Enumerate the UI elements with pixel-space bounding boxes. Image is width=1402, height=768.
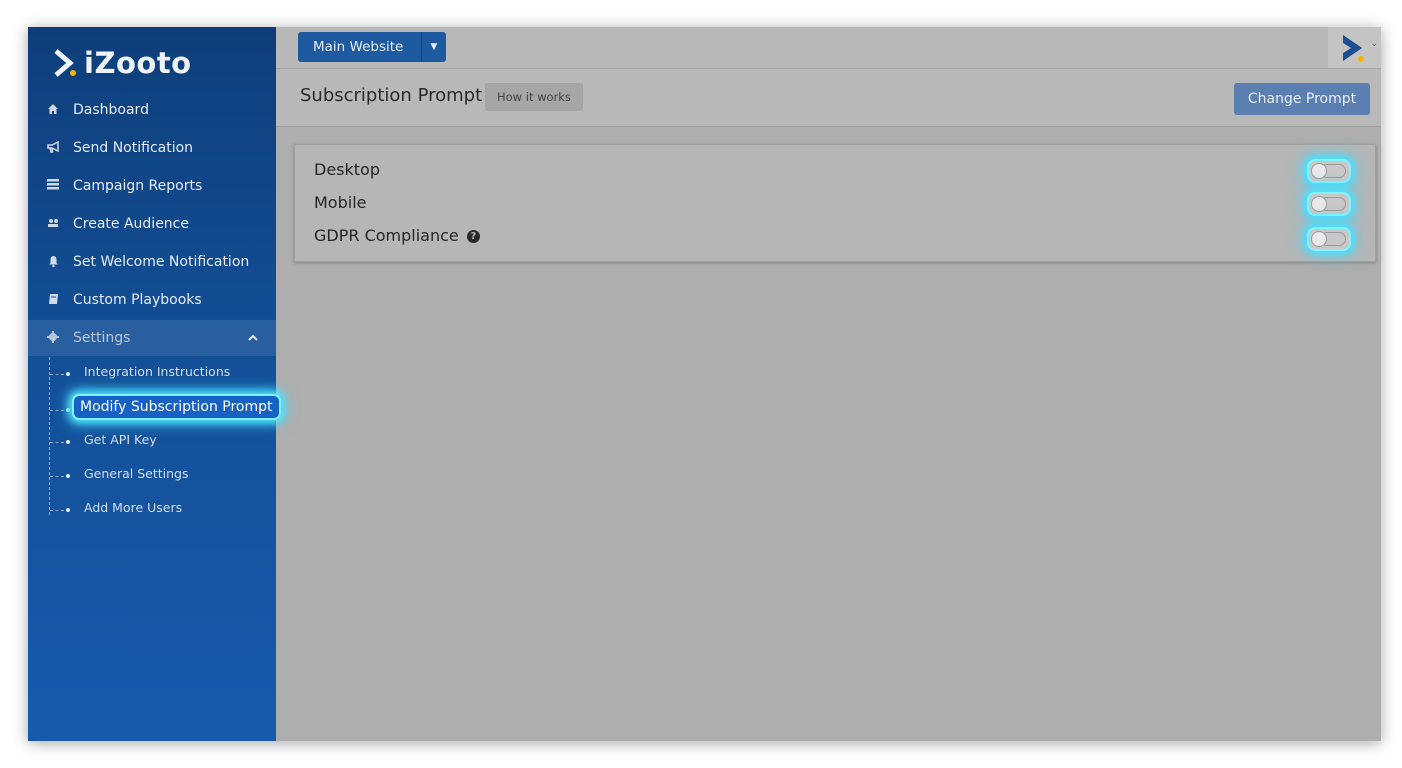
sidebar-item-custom-playbooks[interactable]: Custom Playbooks: [28, 281, 276, 319]
megaphone-icon: [45, 140, 61, 156]
page-title: Subscription Prompt: [300, 85, 483, 106]
reports-icon: [45, 179, 61, 193]
gear-icon: [45, 330, 61, 346]
question-circle-icon[interactable]: ?: [466, 230, 480, 243]
sidebar-item-label: Send Notification: [73, 140, 194, 156]
site-selector-button[interactable]: Main Website ▼: [298, 32, 446, 62]
submenu-item-label: Modify Subscription Prompt: [72, 394, 281, 420]
chevron-up-icon[interactable]: [248, 332, 258, 345]
how-it-works-button[interactable]: How it works: [485, 83, 583, 111]
audience-icon: [45, 217, 61, 231]
submenu-item-label: Add More Users: [84, 500, 183, 515]
sidebar-item-label: Set Welcome Notification: [73, 254, 250, 270]
submenu-item-label: Get API Key: [84, 432, 157, 447]
logo-text: iZooto: [84, 46, 192, 80]
account-menu[interactable]: ⌄: [1328, 27, 1381, 68]
mobile-row: Mobile: [295, 186, 1375, 218]
submenu-item-get-api-key[interactable]: Get API Key: [28, 427, 276, 453]
sidebar-item-campaign-reports[interactable]: Campaign Reports: [28, 167, 276, 205]
submenu-item-modify-subscription-prompt[interactable]: Modify Subscription Prompt: [28, 394, 281, 421]
gdpr-label-wrap: GDPR Compliance ?: [314, 226, 480, 245]
gdpr-row: GDPR Compliance ?: [295, 219, 1375, 251]
mobile-label: Mobile: [314, 193, 367, 212]
prompt-settings-card: Desktop Mobile GDPR Compliance ?: [294, 144, 1376, 262]
sidebar-item-label: Create Audience: [73, 216, 189, 232]
chevron-down-icon[interactable]: ⌄: [1370, 39, 1378, 49]
page-header: Subscription Prompt How it works Change …: [276, 69, 1381, 127]
app-window: iZooto Dashboard Send Notification Campa…: [28, 27, 1381, 741]
sidebar-item-welcome-notification[interactable]: Set Welcome Notification: [28, 243, 276, 281]
izooto-logo[interactable]: iZooto: [52, 43, 192, 83]
sidebar-item-send-notification[interactable]: Send Notification: [28, 129, 276, 167]
site-selector-label: Main Website: [313, 39, 404, 55]
submenu-item-general-settings[interactable]: General Settings: [28, 461, 276, 487]
sidebar-item-label: Campaign Reports: [73, 178, 203, 194]
caret-down-icon[interactable]: ▼: [421, 32, 446, 62]
bell-icon: [45, 255, 61, 270]
submenu-item-label: General Settings: [84, 466, 189, 481]
gdpr-label: GDPR Compliance: [314, 226, 459, 245]
sidebar: iZooto Dashboard Send Notification Campa…: [28, 27, 281, 741]
top-bar: Main Website ▼ ⌄: [276, 27, 1381, 69]
book-icon: [45, 293, 61, 308]
sidebar-item-label: Custom Playbooks: [73, 292, 202, 308]
submenu-item-add-more-users[interactable]: Add More Users: [28, 495, 276, 521]
desktop-label: Desktop: [314, 160, 380, 179]
submenu-item-integration-instructions[interactable]: Integration Instructions: [28, 359, 276, 385]
desktop-toggle[interactable]: [1307, 159, 1351, 183]
sidebar-item-create-audience[interactable]: Create Audience: [28, 205, 276, 243]
settings-submenu: Integration Instructions Modify Subscrip…: [28, 357, 281, 517]
submenu-item-label: Integration Instructions: [84, 364, 231, 379]
logo-chevron-icon: [52, 46, 78, 80]
sidebar-item-label: Dashboard: [73, 102, 149, 118]
sidebar-item-dashboard[interactable]: Dashboard: [28, 91, 276, 129]
sidebar-item-settings[interactable]: Settings: [28, 320, 276, 356]
gdpr-toggle[interactable]: [1307, 227, 1351, 251]
change-prompt-button[interactable]: Change Prompt: [1234, 83, 1370, 115]
sidebar-item-label: Settings: [73, 330, 131, 346]
home-icon: [45, 103, 61, 118]
mobile-toggle[interactable]: [1307, 192, 1351, 216]
desktop-row: Desktop: [295, 153, 1375, 185]
izooto-avatar-icon: [1340, 32, 1366, 68]
